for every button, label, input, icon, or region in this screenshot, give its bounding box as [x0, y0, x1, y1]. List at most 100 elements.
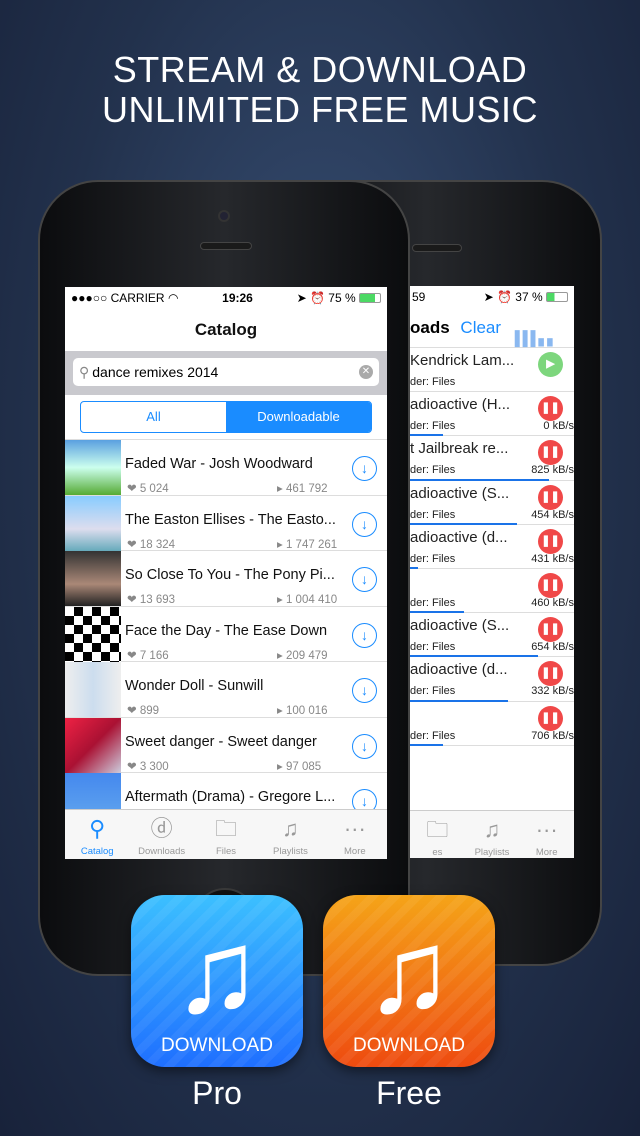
track-row[interactable]: So Close To You - The Pony Pi... ❤ 13 69…	[65, 551, 387, 607]
downloads-screen: 59 ➤ ⏰ 37 % oads Clear ▌▌▌▖▖ Kendrick Lam…	[410, 286, 574, 858]
plays-count: ▸ 209 479	[277, 649, 328, 662]
headline: STREAM & DOWNLOAD UNLIMITED FREE MUSIC	[101, 49, 539, 130]
album-art	[65, 606, 121, 662]
download-button[interactable]: ↓	[352, 678, 377, 703]
pause-button[interactable]: ❚❚	[538, 440, 563, 466]
download-row[interactable]: der: Files 460 kB/s ❚❚	[410, 569, 574, 614]
download-row[interactable]: adioactive (d... der: Files 332 kB/s ❚❚	[410, 657, 574, 702]
download-speed: 825 kB/s	[531, 464, 574, 477]
album-art	[65, 440, 121, 495]
play-button[interactable]: ▶	[538, 352, 563, 377]
pause-button[interactable]: ❚❚	[538, 617, 563, 643]
download-speed: 706 kB/s	[531, 729, 574, 742]
download-row[interactable]: t Jailbreak re... der: Files 825 kB/s ❚❚	[410, 436, 574, 481]
page-title: Catalog	[194, 320, 258, 339]
download-row[interactable]: adioactive (d... der: Files 431 kB/s ❚❚	[410, 525, 574, 569]
pause-button[interactable]: ❚❚	[538, 661, 563, 687]
download-speed: 454 kB/s	[531, 508, 574, 521]
tab-playlists[interactable]: ♫ Playlists	[258, 810, 322, 859]
pause-button[interactable]: ❚❚	[538, 572, 563, 598]
folder-label: der: Files	[410, 420, 456, 433]
download-row[interactable]: der: Files 706 kB/s ❚❚	[410, 702, 574, 746]
download-button[interactable]: ↓	[352, 456, 377, 481]
plays-count: ▸ 1 004 410	[277, 594, 338, 606]
download-button[interactable]: ↓	[352, 733, 377, 759]
catalog-screen: ●●●○○ CARRIER ◠ 19:26 ➤ ⏰ 75 % Catalog ⚲ d…	[65, 287, 387, 859]
playlist-icon: ♫	[282, 816, 299, 841]
track-title: Sweet danger - Sweet danger	[125, 733, 317, 750]
download-title: adioactive (d...	[410, 661, 508, 679]
app-icon-pro[interactable]: ♫ DOWNLOAD	[131, 895, 303, 1067]
album-art	[65, 717, 121, 773]
app-icon-free[interactable]: ♫ DOWNLOAD	[323, 895, 495, 1067]
album-art	[65, 551, 121, 606]
plays-count: ▸ 1 747 261	[277, 538, 338, 551]
wifi-icon: ◠	[167, 291, 179, 305]
segment-all[interactable]: All	[81, 402, 226, 432]
folder-label: der: Files	[410, 508, 456, 521]
tab-more[interactable]: ··· More	[323, 810, 387, 859]
track-title: The Easton Ellises - The Easto...	[125, 511, 336, 528]
download-title: adioactive (H...	[410, 396, 511, 414]
download-speed: 460 kB/s	[531, 596, 574, 609]
download-speed: 0 kB/s	[543, 420, 574, 433]
track-title: Wonder Doll - Sunwill	[125, 678, 264, 694]
pause-button[interactable]: ❚❚	[538, 705, 563, 731]
folder-label: der: Files	[410, 596, 456, 609]
track-title: So Close To You - The Pony Pi...	[125, 567, 335, 583]
download-speed: 332 kB/s	[531, 685, 574, 698]
download-button[interactable]: ↓	[352, 511, 377, 537]
download-button[interactable]: ↓	[352, 622, 377, 648]
clear-button[interactable]: Clear	[460, 318, 501, 337]
search-input[interactable]: ⚲ dance remixes 2014 ✕	[73, 358, 379, 386]
download-row[interactable]: adioactive (H... der: Files 0 kB/s ❚❚	[410, 392, 574, 437]
download-speed: 654 kB/s	[531, 641, 574, 654]
more-icon: ···	[343, 816, 366, 841]
download-row[interactable]: Kendrick Lam... der: Files ▶	[410, 348, 574, 393]
segment-downloadable[interactable]: Downloadable	[226, 402, 371, 432]
download-title: adioactive (S...	[410, 484, 510, 502]
pause-button[interactable]: ❚❚	[538, 396, 563, 422]
folder-label: der: Files	[410, 376, 456, 388]
battery-icon	[546, 292, 568, 302]
clear-search-icon[interactable]: ✕	[359, 365, 373, 379]
music-note-icon: ♫	[172, 906, 262, 1038]
download-title: adioactive (d...	[410, 528, 508, 546]
likes-count: ❤ 18 324	[127, 538, 176, 551]
likes-count: ❤ 13 693	[127, 594, 176, 606]
more-icon: ···	[535, 817, 558, 842]
download-speed: 431 kB/s	[531, 552, 574, 565]
plays-count: ▸ 461 792	[277, 483, 328, 495]
likes-count: ❤ 899	[127, 705, 160, 717]
folder-label: der: Files	[410, 464, 456, 477]
tab-playlists[interactable]: ♫ Playlists	[465, 811, 520, 858]
tab-downloads[interactable]: ⓓ Downloads	[129, 810, 193, 859]
track-row[interactable]: Face the Day - The Ease Down ❤ 7 166 ▸ 2…	[65, 606, 387, 662]
search-icon: ⚲	[79, 363, 90, 380]
track-title: Faded War - Josh Woodward	[125, 456, 313, 472]
album-art	[65, 662, 121, 717]
track-row[interactable]: Faded War - Josh Woodward ❤ 5 024 ▸ 461 …	[65, 440, 387, 496]
filter-segmented-control[interactable]: All Downloadable	[80, 401, 372, 433]
progress-bar	[410, 743, 443, 746]
track-row[interactable]: Sweet danger - Sweet danger ❤ 3 300 ▸ 97…	[65, 717, 387, 773]
track-row[interactable]: The Easton Ellises - The Easto... ❤ 18 3…	[65, 495, 387, 551]
folder-label: der: Files	[410, 641, 456, 654]
tab-more[interactable]: ··· More	[519, 811, 574, 858]
download-row[interactable]: adioactive (S... der: Files 454 kB/s ❚❚	[410, 481, 574, 525]
tab-files[interactable]: 🗀 es	[410, 811, 465, 858]
app-name-free: Free	[376, 1075, 442, 1111]
search-icon: ⚲	[89, 816, 106, 841]
download-row[interactable]: adioactive (S... der: Files 654 kB/s ❚❚	[410, 613, 574, 658]
track-title: Face the Day - The Ease Down	[125, 622, 328, 639]
download-icon: ⓓ	[150, 816, 173, 841]
likes-count: ❤ 3 300	[127, 760, 169, 773]
folder-label: der: Files	[410, 729, 456, 742]
tab-files[interactable]: 🗀 Files	[194, 810, 258, 859]
pause-button[interactable]: ❚❚	[538, 484, 563, 510]
download-title: t Jailbreak re...	[410, 440, 509, 458]
track-row[interactable]: Wonder Doll - Sunwill ❤ 899 ▸ 100 016 ↓	[65, 662, 387, 718]
pause-button[interactable]: ❚❚	[538, 528, 563, 554]
download-button[interactable]: ↓	[352, 567, 377, 592]
tab-catalog[interactable]: ⚲ Catalog	[65, 810, 129, 859]
